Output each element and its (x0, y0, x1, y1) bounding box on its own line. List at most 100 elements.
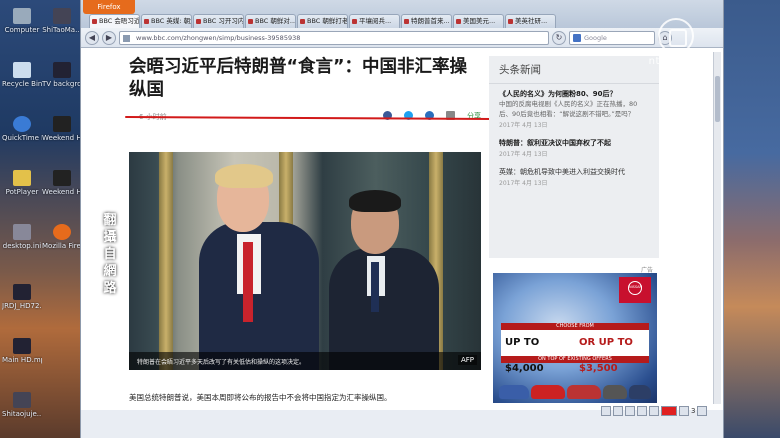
desktop-icon-file[interactable]: desktop.ini (2, 224, 42, 250)
potplayer-icon (13, 170, 31, 186)
file-icon (13, 224, 31, 240)
firefox-icon (53, 224, 71, 240)
ad-offer-header: CHOOSE FROM (501, 323, 649, 330)
desktop-icon-firefox[interactable]: Mozilla Firefox (42, 224, 82, 250)
car-shape (531, 385, 565, 399)
photo-column (159, 152, 173, 370)
file-icon (13, 392, 31, 408)
computer-icon (13, 8, 31, 24)
vertical-label-char: 攝 (103, 230, 117, 245)
sidebar-news-item[interactable]: 《人民的名义》为何圈粉80、90后？ 中国的反腐电视剧《人民的名义》正在热播，8… (489, 84, 659, 133)
sidebar-news-item[interactable]: 英媒：朝危机导致中美进入利益交换时代 2017年 4月 13日 (489, 162, 659, 191)
ad-offer: CHOOSE FROM UP TO $4,000 OR UP TO $3,500… (501, 323, 649, 374)
tab-strip: BBC 会晤习近... BBC 英媒: 朝危... BBC 习开习内... BB… (89, 14, 556, 28)
desktop-icon-quicktime[interactable]: QuickTime Player (2, 116, 42, 142)
sidebar-news-item[interactable]: 特朗普：叙利亚决议中国弃权了不起 2017年 4月 13日 (489, 133, 659, 162)
photo-figure (349, 190, 401, 212)
desktop-icon-file[interactable]: TV backgrou... (42, 62, 82, 88)
news-headline[interactable]: 特朗普：叙利亚决议中国弃权了不起 (499, 138, 649, 148)
photo-caption-bar: 特朗普在会晤习近平多天后改写了有关低估和操纵的这项决定。 AFP (129, 352, 481, 370)
toolbar-tool-icon[interactable] (613, 406, 623, 416)
tab[interactable]: 美英社研... (505, 14, 556, 28)
toolbar-tool-icon[interactable] (625, 406, 635, 416)
color-swatch[interactable] (661, 406, 677, 416)
address-bar-url: www.bbc.com/zhongwen/simp/business-39585… (136, 33, 301, 42)
navigation-bar: ◀ ▶ www.bbc.com/zhongwen/simp/business-3… (81, 28, 723, 48)
car-shape (603, 385, 627, 399)
pen-size-value[interactable]: 3 (691, 407, 695, 415)
web-page: 会晤习近平后特朗普“食言”：中国非汇率操纵国 6 小时前 分享 (81, 48, 723, 410)
news-date: 2017年 4月 13日 (499, 151, 548, 158)
tab[interactable]: BBC 朝鲜对... (245, 14, 296, 28)
desktop-icon-video[interactable]: Weekend HD.mp4 (42, 116, 82, 142)
article-paragraph: 美国总统特朗普说，美国本周即将公布的报告中不会将中国指定为汇率操纵国。 (129, 393, 392, 402)
nissan-ad-banner[interactable]: NISSAN CHOOSE FROM UP TO $4,000 OR UP TO… (493, 273, 657, 403)
article-photo: 特朗普在会晤习近平多天后改写了有关低估和操纵的这项决定。 AFP (129, 152, 481, 370)
address-bar[interactable]: www.bbc.com/zhongwen/simp/business-39585… (119, 30, 549, 45)
ad-cars-image (497, 377, 653, 399)
desktop-icon-video[interactable]: Main HD.mp4 (2, 338, 42, 364)
tab[interactable]: 美国美元... (453, 14, 504, 28)
nissan-logo: NISSAN (619, 277, 651, 303)
google-icon (573, 33, 581, 42)
scrollbar-thumb[interactable] (715, 76, 720, 122)
desktop-icon-video[interactable]: Weekend HD.mp4 (42, 170, 82, 196)
toolbar-tool-icon[interactable] (637, 406, 647, 416)
tab[interactable]: BBC 会晤习近... (89, 14, 140, 28)
back-button[interactable]: ◀ (85, 30, 99, 45)
vertical-label-char: 網 (103, 264, 117, 279)
video-icon (53, 170, 71, 186)
car-shape (499, 385, 529, 399)
stepper-icon[interactable] (697, 406, 708, 416)
car-shape (629, 385, 651, 399)
vertical-label-char: 翻 (103, 213, 117, 228)
desktop-icon-video[interactable]: JRDJ_HD72... (2, 284, 42, 310)
tab-bar: Firefox BBC 会晤习近... BBC 英媒: 朝危... BBC 习开… (81, 0, 723, 28)
photo-figure (371, 262, 379, 312)
tab[interactable]: BBC 英媒: 朝危... (141, 14, 192, 28)
ad-offer-row: UP TO $4,000 OR UP TO $3,500 (501, 330, 649, 374)
reload-icon[interactable]: ↻ (552, 30, 566, 45)
desktop-icon-file[interactable]: ShiTaoMa... (42, 8, 82, 34)
bottom-toolbar: 3 (601, 404, 725, 418)
channel-logo-text: ntdtv.com (648, 56, 704, 67)
site-favicon-icon (123, 34, 130, 42)
forward-button[interactable]: ▶ (102, 30, 116, 45)
search-box[interactable]: Google (569, 30, 655, 45)
news-headline[interactable]: 英媒：朝危机导致中美进入利益交换时代 (499, 167, 649, 177)
firefox-menu-button[interactable]: Firefox (83, 0, 135, 14)
quicktime-icon (13, 116, 31, 132)
photo-caption: 特朗普在会晤习近平多天后改写了有关低估和操纵的这项决定。 (137, 359, 306, 366)
page-scrollbar[interactable] (713, 52, 721, 404)
sidebar-title: 头条新闻 (489, 56, 659, 84)
desktop-icon-recycle-bin[interactable]: Recycle Bin (2, 62, 42, 88)
tab[interactable]: BBC 习开习内... (193, 14, 244, 28)
article-headline: 会晤习近平后特朗普“食言”：中国非汇率操纵国 (129, 57, 468, 100)
news-date: 2017年 4月 13日 (499, 180, 548, 187)
desktop-wallpaper-right (722, 0, 780, 438)
toolbar-tool-icon[interactable] (601, 406, 611, 416)
news-date: 2017年 4月 13日 (499, 122, 548, 129)
desktop-icon-file[interactable]: Shitaojuje... (2, 392, 42, 418)
browser-window: Firefox BBC 会晤习近... BBC 英媒: 朝危... BBC 习开… (80, 0, 724, 438)
channel-watermark: ntdtv.com (646, 18, 706, 67)
nissan-logo-text: NISSAN (628, 281, 642, 295)
source-vertical-label: 翻 攝 自 網 路 (100, 212, 120, 297)
recycle-bin-icon (13, 62, 31, 78)
vertical-label-char: 路 (103, 281, 117, 296)
video-icon (13, 284, 31, 300)
file-icon (53, 8, 71, 24)
tab[interactable]: 平壤阅兵... (349, 14, 400, 28)
desktop-icon-potplayer[interactable]: PotPlayer (2, 170, 42, 196)
vertical-label-char: 自 (103, 247, 117, 262)
news-headline[interactable]: 《人民的名义》为何圈粉80、90后？ (499, 89, 649, 99)
toolbar-tool-icon[interactable] (679, 406, 689, 416)
ad-offer-b: OR UP TO $3,500 (579, 337, 633, 374)
search-placeholder: Google (584, 33, 607, 42)
pen-icon[interactable] (649, 406, 659, 416)
photo-credit: AFP (457, 355, 477, 365)
tab[interactable]: BBC 朝鲜打老... (297, 14, 348, 28)
desktop-icon-computer[interactable]: Computer (2, 8, 42, 34)
car-shape (567, 385, 601, 399)
tab[interactable]: 特朗普首来... (401, 14, 452, 28)
